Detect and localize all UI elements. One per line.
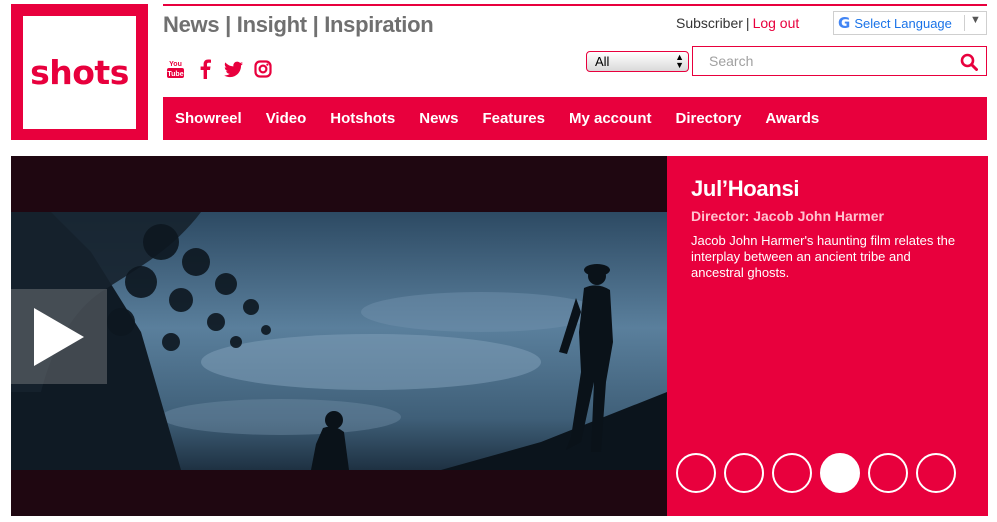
play-icon: [34, 307, 84, 366]
search-category-value: All: [595, 54, 610, 69]
logo-inner: shots: [23, 16, 136, 129]
facebook-icon[interactable]: [195, 58, 214, 80]
instagram-icon[interactable]: [253, 58, 272, 80]
carousel-dot-5[interactable]: [868, 453, 908, 493]
google-icon: G: [838, 14, 851, 32]
account-status: Subscriber | Log out: [676, 15, 799, 31]
hero-title[interactable]: Jul’Hoansi: [691, 176, 964, 202]
nav-item-showreel[interactable]: Showreel: [175, 110, 242, 127]
language-selector-label: Select Language: [854, 15, 952, 31]
nav-item-directory[interactable]: Directory: [676, 110, 742, 127]
search-input[interactable]: [693, 47, 953, 75]
logo-text: shots: [30, 53, 129, 92]
search-category-select[interactable]: All ▲ ▼: [586, 51, 689, 72]
carousel-dot-2[interactable]: [724, 453, 764, 493]
play-button[interactable]: [11, 289, 107, 384]
shots-logo[interactable]: shots: [11, 4, 148, 140]
video-player[interactable]: [11, 156, 667, 516]
logout-link[interactable]: Log out: [753, 15, 800, 31]
language-selector-divider: [964, 15, 965, 31]
nav-item-awards[interactable]: Awards: [765, 110, 819, 127]
youtube-icon[interactable]: You Tube: [166, 58, 185, 80]
nav-item-hotshots[interactable]: Hotshots: [330, 110, 395, 127]
video-still: [11, 212, 667, 470]
search-icon[interactable]: [960, 53, 978, 71]
nav-item-features[interactable]: Features: [482, 110, 545, 127]
header-top-rule: [163, 4, 987, 6]
language-selector[interactable]: G Select Language ▼: [833, 11, 987, 35]
hero-description: Jacob John Harmer's haunting film relate…: [691, 233, 956, 280]
carousel-dot-6[interactable]: [916, 453, 956, 493]
account-separator: |: [745, 15, 750, 31]
main-nav: Showreel Video Hotshots News Features My…: [163, 97, 987, 140]
search-box: [692, 46, 987, 76]
twitter-icon[interactable]: [224, 58, 243, 80]
svg-text:You: You: [169, 61, 182, 68]
nav-item-my-account[interactable]: My account: [569, 110, 652, 127]
carousel-dot-3[interactable]: [772, 453, 812, 493]
carousel-pagination: [676, 453, 956, 493]
nav-item-news[interactable]: News: [419, 110, 458, 127]
carousel-dot-4[interactable]: [820, 453, 860, 493]
nav-item-video[interactable]: Video: [266, 110, 307, 127]
subscriber-label: Subscriber: [676, 15, 743, 31]
dropdown-arrow-icon: ▼: [970, 14, 981, 26]
social-links: You Tube: [166, 58, 272, 80]
select-arrows-icon: ▲ ▼: [675, 52, 684, 70]
hero-director: Director: Jacob John Harmer: [691, 208, 884, 224]
svg-text:Tube: Tube: [167, 71, 183, 78]
site-tagline: News | Insight | Inspiration: [163, 12, 434, 37]
carousel-dot-1[interactable]: [676, 453, 716, 493]
